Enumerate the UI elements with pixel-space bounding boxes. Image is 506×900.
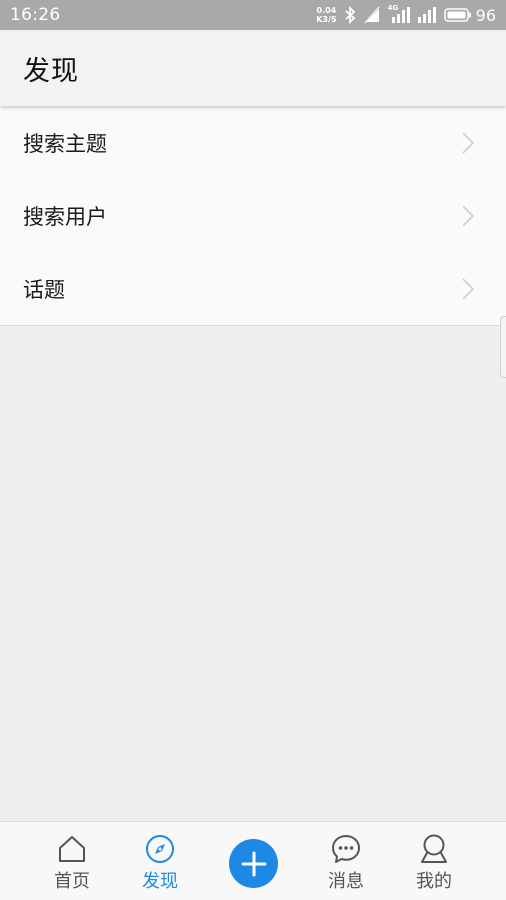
nav-profile-label: 我的 <box>416 871 452 892</box>
edge-scroll-handle[interactable] <box>500 316 506 378</box>
add-post-button[interactable] <box>229 839 278 888</box>
chevron-right-icon <box>462 131 474 154</box>
bottom-nav: 首页 发现 消息 我的 <box>0 821 506 900</box>
nav-discover[interactable]: 发现 <box>120 822 200 900</box>
app-header: 发现 <box>0 30 506 106</box>
chevron-right-icon <box>462 204 474 227</box>
compass-icon <box>146 835 174 863</box>
cell-signal-2-icon <box>417 7 436 23</box>
menu-item-label: 搜索用户 <box>23 204 107 229</box>
network-speed: 0.04 K3/S <box>316 6 336 24</box>
status-bar: 16:26 0.04 K3/S 4G 96 <box>0 0 506 30</box>
menu-item-topics[interactable]: 话题 <box>0 252 506 325</box>
nav-discover-label: 发现 <box>142 871 178 892</box>
screen: 16:26 0.04 K3/S 4G 96 发现 搜索主题 搜索用户 话题 首页… <box>0 0 506 900</box>
page-title: 发现 <box>23 55 79 87</box>
menu-item-search-topics[interactable]: 搜索主题 <box>0 106 506 179</box>
chat-icon <box>332 835 360 863</box>
plus-icon <box>241 851 266 876</box>
menu-item-search-users[interactable]: 搜索用户 <box>0 179 506 252</box>
menu-item-label: 搜索主题 <box>23 131 107 156</box>
status-icons: 0.04 K3/S 4G 96 <box>316 0 496 30</box>
no-sim-signal-icon <box>362 6 380 24</box>
network-speed-value: 0.04 <box>316 6 337 15</box>
nav-messages[interactable]: 消息 <box>306 822 386 900</box>
nav-home[interactable]: 首页 <box>32 822 112 900</box>
cell-signal-icon <box>391 7 410 23</box>
status-time: 16:26 <box>10 5 61 25</box>
nav-profile[interactable]: 我的 <box>394 822 474 900</box>
home-icon <box>59 836 85 862</box>
user-icon <box>421 834 447 863</box>
battery-level: 96 <box>475 5 496 25</box>
discover-menu-list: 搜索主题 搜索用户 话题 <box>0 106 506 326</box>
bluetooth-icon <box>345 6 355 24</box>
nav-messages-label: 消息 <box>328 871 364 892</box>
chevron-right-icon <box>462 277 474 300</box>
nav-home-label: 首页 <box>54 871 90 892</box>
battery-icon <box>443 8 471 22</box>
menu-item-label: 话题 <box>23 277 65 302</box>
network-speed-unit: K3/S <box>316 15 337 24</box>
signal-4g: 4G <box>388 4 410 25</box>
